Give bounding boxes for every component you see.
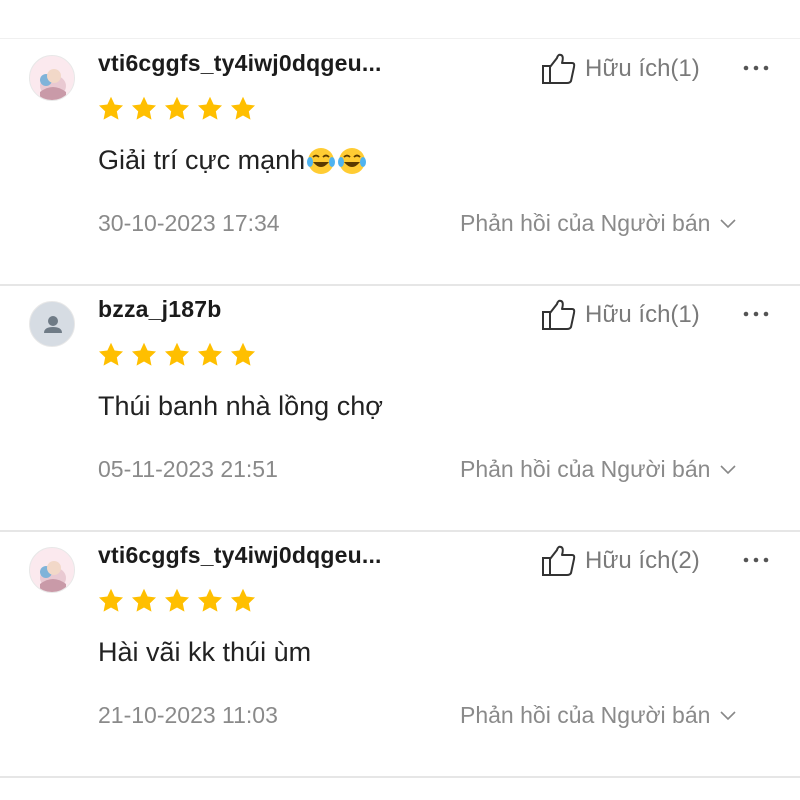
seller-reply-label: Phản hồi của Người bán	[460, 702, 711, 728]
review-comment: Giải trí cực mạnh	[98, 145, 367, 176]
comment-text: Thúi banh nhà lồng chợ	[98, 391, 383, 421]
review-comment: Thúi banh nhà lồng chợ	[98, 391, 383, 422]
laughing-tears-emoji-icon	[338, 147, 367, 174]
star-icon	[164, 588, 190, 612]
star-icon	[164, 342, 190, 366]
seller-reply-label: Phản hồi của Người bán	[460, 456, 711, 482]
divider	[0, 776, 800, 778]
avatar[interactable]	[29, 301, 75, 347]
review-item: vti6cggfs_ty4iwj0dqgeu... Hữu ích(1) Giả…	[0, 40, 800, 286]
star-icon	[164, 96, 190, 120]
review-item: vti6cggfs_ty4iwj0dqgeu... Hữu ích(2) Hài…	[0, 532, 800, 778]
avatar[interactable]	[29, 547, 75, 593]
star-icon	[131, 96, 157, 120]
comment-text: Giải trí cực mạnh	[98, 145, 306, 175]
review-date: 05-11-2023 21:51	[98, 456, 278, 482]
username: vti6cggfs_ty4iwj0dqgeu...	[98, 50, 382, 76]
avatar[interactable]	[29, 55, 75, 101]
star-icon	[131, 588, 157, 612]
helpful-label: Hữu ích(1)	[585, 301, 700, 328]
more-options-icon[interactable]	[742, 304, 770, 324]
laughing-tears-emoji-icon	[307, 147, 336, 174]
chevron-down-icon	[720, 464, 736, 474]
review-comment: Hài vãi kk thúi ùm	[98, 637, 311, 668]
star-icon	[98, 588, 124, 612]
thumbs-up-icon	[542, 299, 576, 330]
more-options-icon[interactable]	[742, 58, 770, 78]
helpful-label: Hữu ích(1)	[585, 55, 700, 82]
star-icon	[131, 342, 157, 366]
chevron-down-icon	[720, 710, 736, 720]
seller-reply-toggle[interactable]: Phản hồi của Người bán	[460, 210, 736, 237]
seller-reply-toggle[interactable]: Phản hồi của Người bán	[460, 456, 736, 483]
helpful-button[interactable]: Hữu ích(2)	[541, 544, 700, 578]
more-options-icon[interactable]	[742, 550, 770, 570]
review-date: 30-10-2023 17:34	[98, 210, 280, 236]
top-divider	[0, 38, 800, 39]
star-icon	[98, 96, 124, 120]
star-icon	[230, 342, 256, 366]
username: bzza_j187b	[98, 296, 222, 322]
star-icon	[197, 96, 223, 120]
star-rating	[97, 587, 257, 615]
helpful-button[interactable]: Hữu ích(1)	[541, 298, 700, 332]
username: vti6cggfs_ty4iwj0dqgeu...	[98, 542, 382, 568]
star-icon	[98, 342, 124, 366]
seller-reply-toggle[interactable]: Phản hồi của Người bán	[460, 702, 736, 729]
star-icon	[230, 96, 256, 120]
star-icon	[197, 342, 223, 366]
seller-reply-label: Phản hồi của Người bán	[460, 210, 711, 236]
star-icon	[197, 588, 223, 612]
comment-text: Hài vãi kk thúi ùm	[98, 637, 312, 667]
review-date: 21-10-2023 11:03	[98, 702, 278, 728]
chevron-down-icon	[720, 218, 736, 228]
thumbs-up-icon	[542, 545, 576, 576]
helpful-label: Hữu ích(2)	[585, 547, 700, 574]
helpful-button[interactable]: Hữu ích(1)	[541, 52, 700, 86]
thumbs-up-icon	[542, 53, 576, 84]
star-rating	[97, 341, 257, 369]
star-icon	[230, 588, 256, 612]
star-rating	[97, 95, 257, 123]
review-item: bzza_j187b Hữu ích(1) Thúi banh nhà lồng…	[0, 286, 800, 532]
